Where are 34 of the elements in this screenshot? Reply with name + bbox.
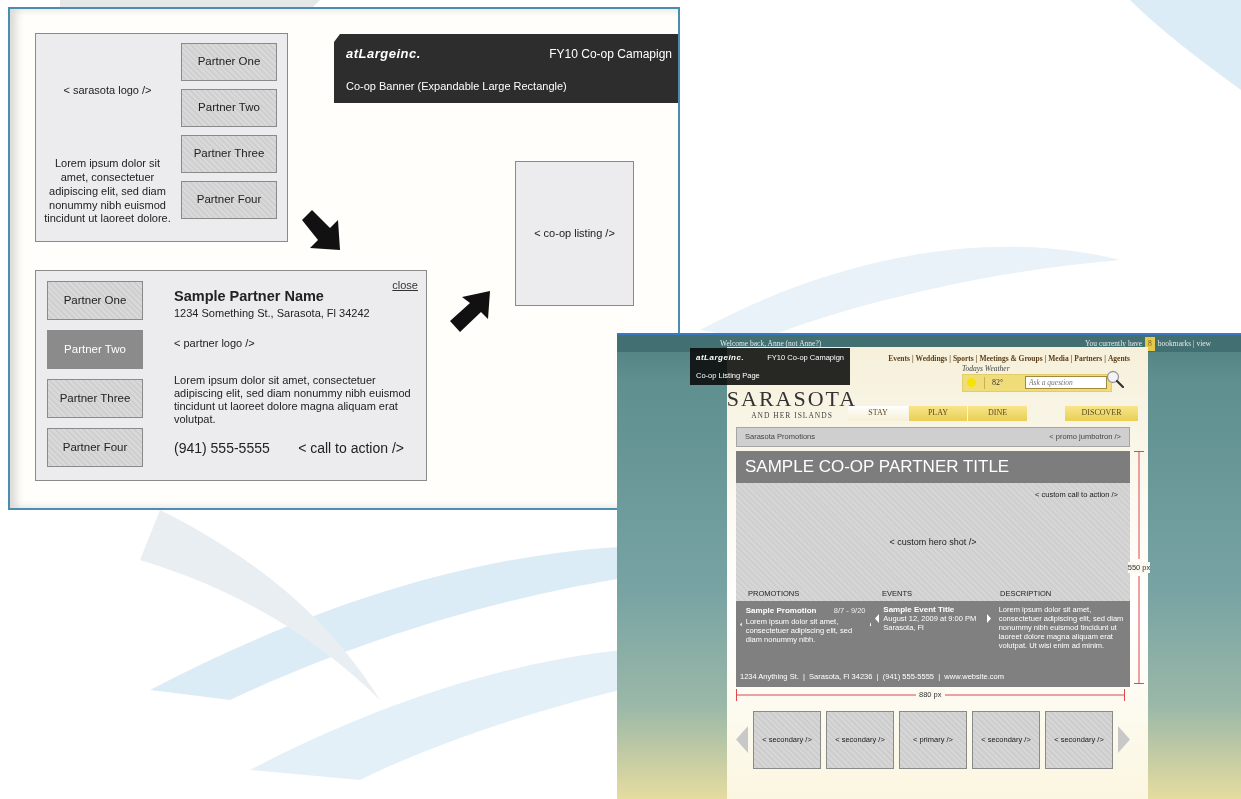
listing-mockup: < co-op listing /> (515, 161, 634, 306)
close-link[interactable]: close (392, 277, 418, 294)
partner-button[interactable]: Partner One (47, 281, 143, 320)
partner-address: 1234 Something St., Sarasota, Fl 34242 (174, 305, 371, 321)
partner-button[interactable]: Partner One (181, 43, 277, 81)
partner-button[interactable]: Partner Three (181, 135, 277, 173)
temperature: 82° (984, 376, 1004, 389)
nav-tab[interactable]: PLAY (909, 405, 967, 421)
search-icon[interactable] (1106, 369, 1124, 388)
partner-button[interactable]: Partner Two (181, 89, 277, 127)
banner-text: Lorem ipsum dolor sit amet, consectetuer adipiscing elit, sed diam nonummy nibh euismod tincidunt ut laoreet dolore. (44, 157, 171, 226)
partner-button[interactable]: Partner Three (47, 379, 143, 418)
phone-number: (941) 555-5555 (174, 439, 270, 458)
sun-icon (967, 378, 976, 387)
brand-logo: atLargeinc. (696, 352, 745, 364)
nav-tab[interactable]: STAY (848, 405, 908, 421)
logo-note: < sarasota logo /> (63, 83, 152, 98)
nav-tab[interactable]: DINE (968, 405, 1027, 421)
partner-name: Sample Partner Name (174, 287, 325, 305)
partner-button[interactable]: Partner Four (47, 428, 143, 467)
call-to-action: < call to action /> (298, 439, 404, 458)
partner-button[interactable]: Partner Four (181, 181, 277, 219)
title-bar: SAMPLE CO-OP PARTNER TITLE (736, 450, 1130, 483)
promotion-title: Sample Promotion (745, 604, 817, 617)
brand-logo: atLargeinc. (346, 45, 421, 63)
banner-subtitle: Co-op Banner (Expandable Large Rectangle) (346, 78, 568, 94)
partner-description: Lorem ipsum dolor sit amet, consectetuer adipiscing elit, sed diam nonummy nibh euismod tincidunt ut laoreet dolore magna aliquam erat volutpat. (174, 373, 412, 427)
nav-tab[interactable]: DISCOVER (1065, 405, 1138, 421)
previous-arrow-icon[interactable] (875, 614, 880, 624)
next-arrow-icon[interactable] (986, 614, 991, 624)
event-title: Sample Event Title (883, 604, 956, 615)
hero-note: < custom hero shot /> (889, 536, 977, 549)
logo-note: < partner logo /> (174, 336, 256, 352)
campaign-title: FY10 Co-op Camapign (549, 45, 672, 63)
